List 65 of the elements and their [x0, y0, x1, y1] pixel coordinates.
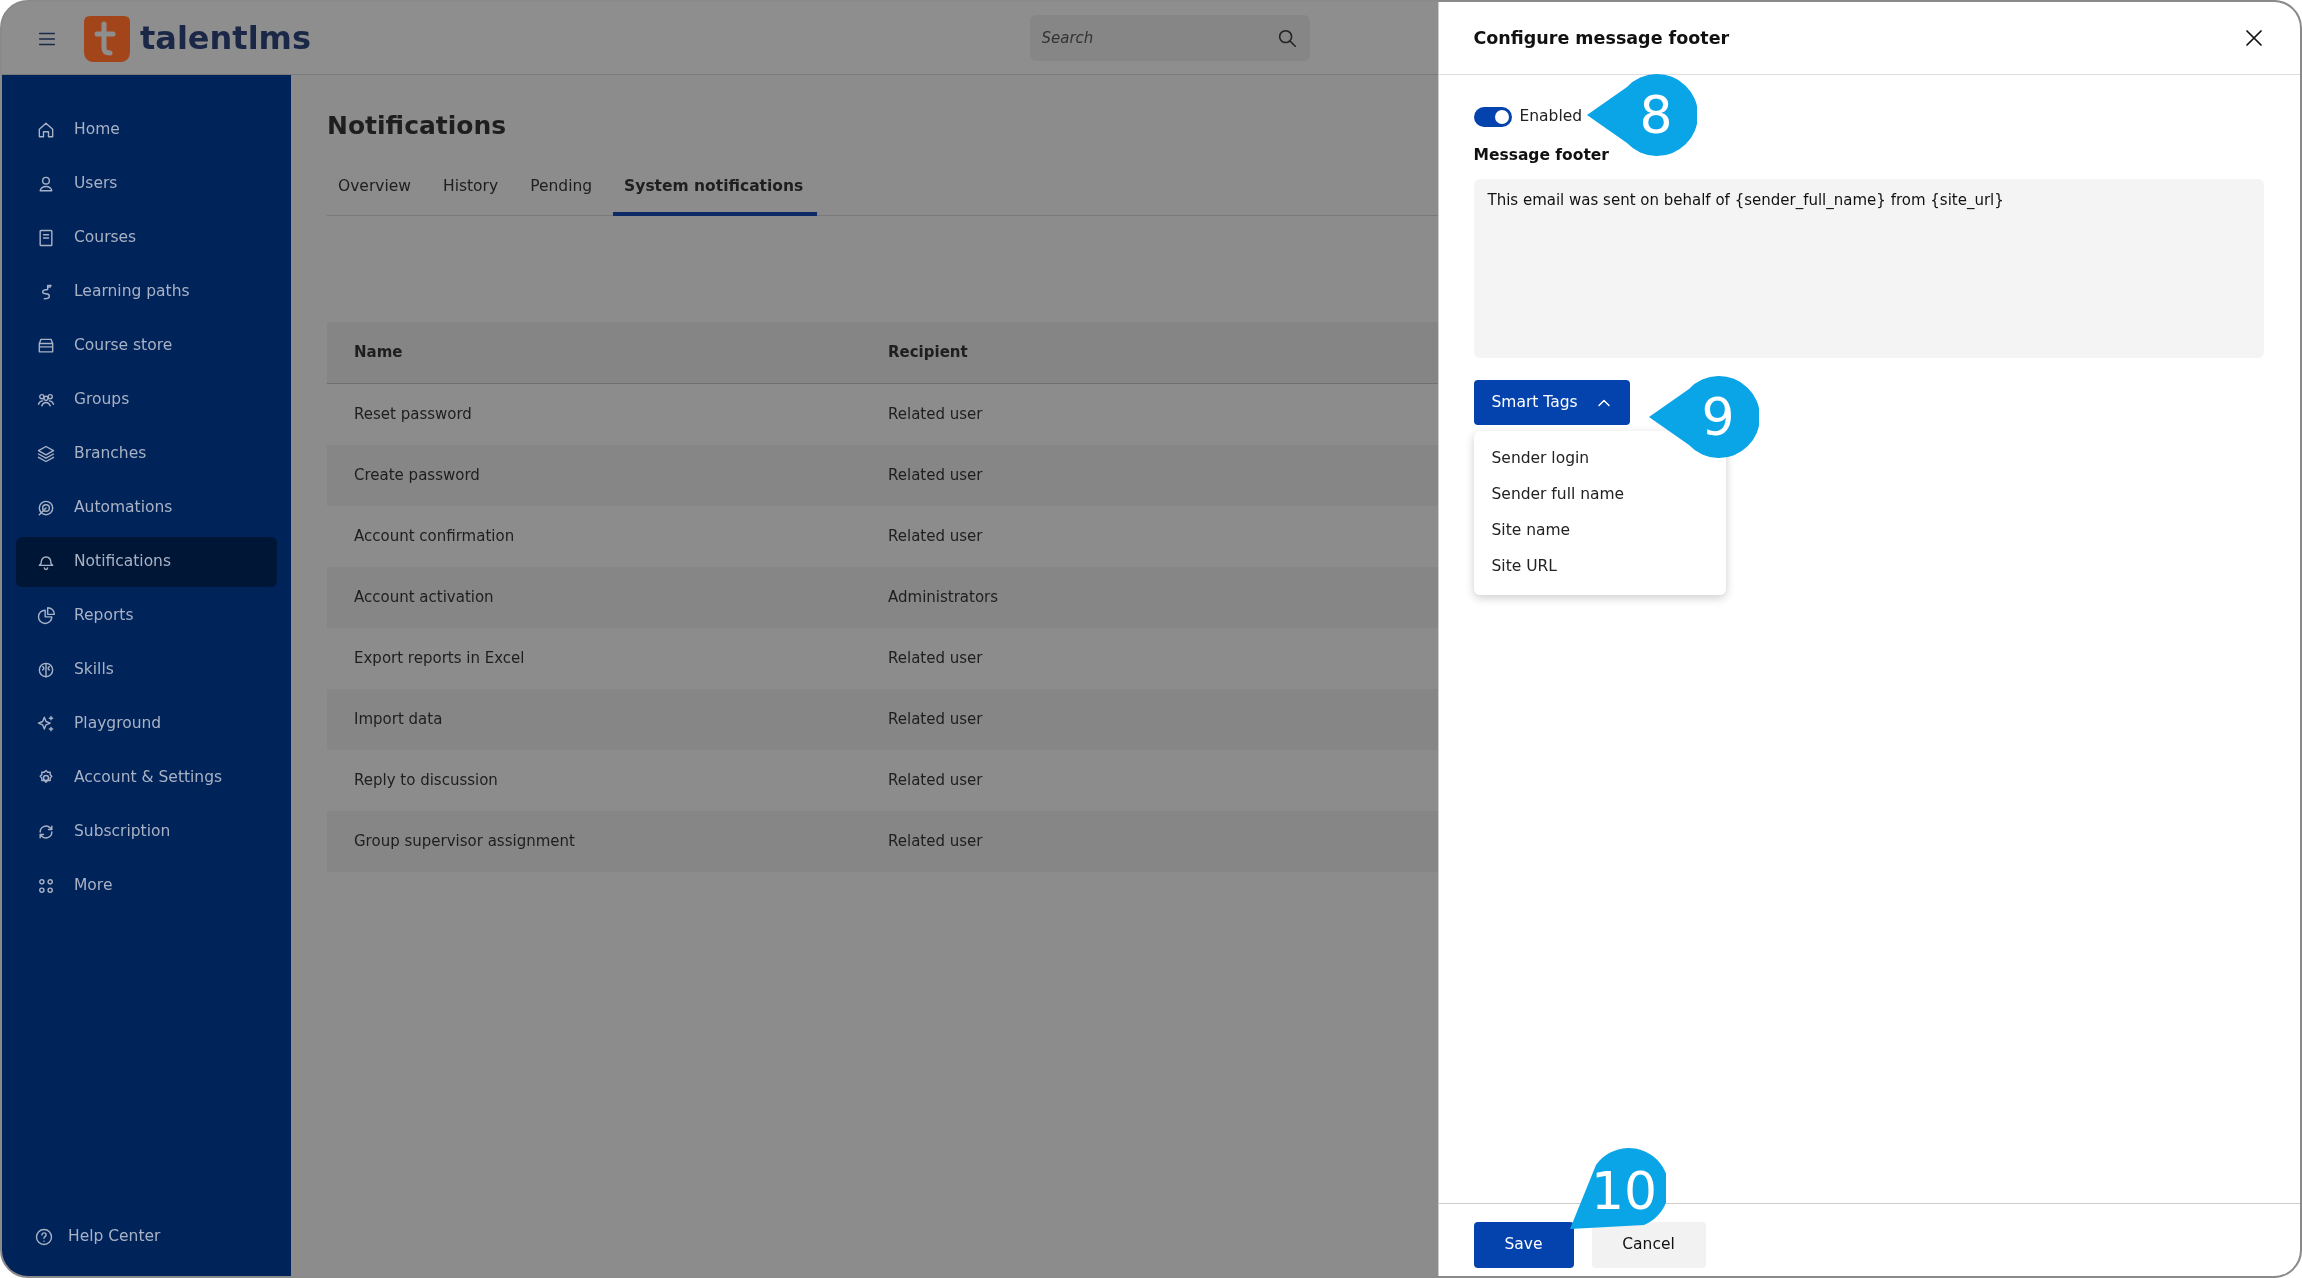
sidebar-item[interactable]: Course store: [16, 321, 277, 371]
sidebar-item[interactable]: Users: [16, 159, 277, 209]
table-cell-text: Related user: [888, 648, 984, 669]
tab[interactable]: Pending: [519, 169, 614, 217]
table-cell-text: Export reports in Excel: [353, 648, 526, 669]
sidebar-item[interactable]: Courses: [16, 213, 277, 263]
sidebar-item[interactable]: Account & Settings: [16, 753, 277, 803]
sidebar-item[interactable]: Home: [16, 105, 277, 155]
field-label: Message footer: [1473, 145, 1610, 167]
sidebar-item[interactable]: Notifications: [16, 537, 277, 587]
tab[interactable]: System notifications: [613, 169, 818, 217]
sidebar-item[interactable]: Playground: [16, 699, 277, 749]
grid-icon: [36, 876, 56, 896]
sidebar-item[interactable]: Branches: [16, 429, 277, 479]
drawer-title: Configure message footer: [1473, 26, 1730, 50]
page-title: Notifications: [327, 111, 508, 141]
tab[interactable]: History: [432, 169, 520, 217]
sparkle-icon: [36, 714, 56, 734]
table-cell-text: Related user: [888, 404, 984, 425]
toggle-label: Enabled: [1519, 106, 1583, 127]
menu-item[interactable]: Site URL: [1473, 549, 1575, 585]
store-icon: [36, 336, 56, 356]
sidebar-item[interactable]: Learning paths: [16, 267, 277, 317]
cancel-button[interactable]: Cancel: [1591, 1222, 1706, 1268]
sidebar-item[interactable]: Groups: [16, 375, 277, 425]
table-cell-text: Account confirmation: [353, 526, 516, 547]
search-field[interactable]: Search: [1029, 15, 1310, 61]
user-icon: [36, 174, 56, 194]
help-icon: [34, 1227, 54, 1247]
sidebar-item[interactable]: Subscription: [16, 807, 277, 857]
help-center-link[interactable]: Help Center: [16, 1212, 277, 1262]
table-cell-text: Related user: [888, 709, 984, 730]
table-cell-text: Related user: [888, 831, 984, 852]
table-cell-text: Reply to discussion: [353, 770, 499, 791]
toggle-switch[interactable]: [1473, 106, 1512, 127]
sidebar-item[interactable]: Automations: [16, 483, 277, 533]
menu-item[interactable]: Site name: [1473, 513, 1589, 549]
table-cell-text: Account activation: [353, 587, 495, 608]
save-button[interactable]: Save: [1473, 1222, 1574, 1268]
target-icon: [36, 498, 56, 518]
layers-icon: [36, 444, 56, 464]
table-cell-text: Group supervisor assignment: [353, 831, 576, 852]
book-icon: [36, 228, 56, 248]
footer-text-field[interactable]: This email was sent on behalf of {sender_full_name} from {site_url}: [1473, 178, 2264, 358]
tab[interactable]: Overview: [327, 169, 432, 217]
table-cell-text: Import data: [353, 709, 444, 730]
table-cell-text: Administrators: [888, 587, 1000, 608]
table-cell-text: Related user: [888, 526, 984, 547]
sidebar-item[interactable]: More: [16, 861, 277, 911]
sidebar-item[interactable]: Reports: [16, 591, 277, 641]
home-icon: [36, 120, 56, 140]
refresh-icon: [36, 822, 56, 842]
column-header: Recipient: [888, 342, 969, 363]
menu-item[interactable]: Sender login: [1473, 441, 1608, 477]
callout-badge: 9: [1649, 375, 1759, 459]
sidebar-item[interactable]: Skills: [16, 645, 277, 695]
logo-text: talentlms: [140, 18, 311, 59]
menu-item[interactable]: Sender full name: [1473, 477, 1643, 513]
table-cell-text: Related user: [888, 465, 984, 486]
table-cell-text: Create password: [353, 465, 481, 486]
table-cell-text: Reset password: [353, 404, 473, 425]
table-cell-text: Related user: [888, 770, 984, 791]
smart-tags-button[interactable]: Smart Tags: [1473, 380, 1630, 425]
column-header: Name: [353, 342, 404, 363]
pie-chart-icon: [36, 606, 56, 626]
